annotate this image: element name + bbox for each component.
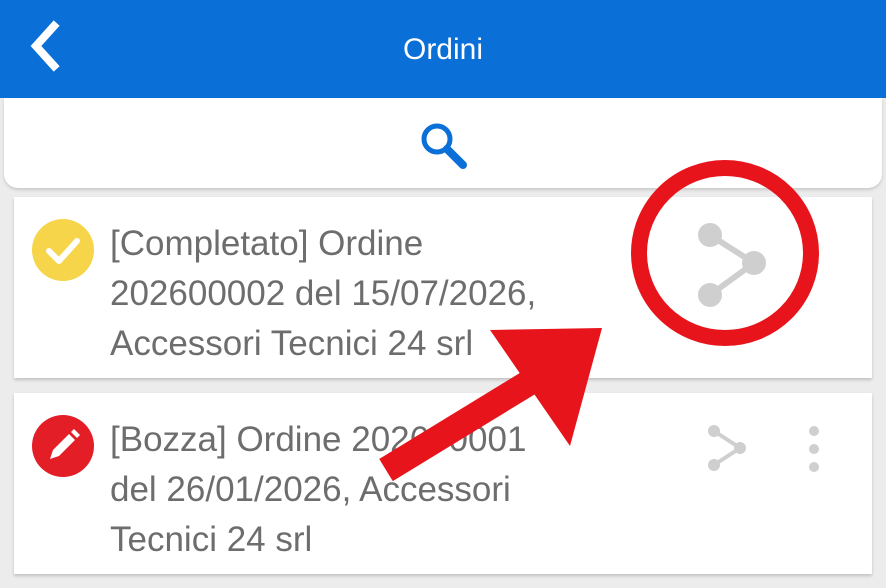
order-text-line: 202600002 del 15/07/2026, <box>110 274 537 313</box>
order-text-line: del 26/01/2026, Accessori <box>110 470 511 509</box>
order-list-item[interactable]: [Bozza] Ordine 202600001 del 26/01/2026,… <box>14 393 872 574</box>
share-button[interactable] <box>674 209 774 309</box>
share-icon <box>698 223 766 307</box>
more-options-button[interactable] <box>796 423 832 475</box>
order-text-line: Accessori Tecnici 24 srl <box>110 324 474 363</box>
more-vertical-icon <box>809 426 819 472</box>
check-icon <box>46 238 80 264</box>
share-button[interactable] <box>704 423 750 473</box>
order-list-item[interactable]: [Completato] Ordine 202600002 del 15/07/… <box>14 197 872 378</box>
order-text-line: Tecnici 24 srl <box>110 520 313 559</box>
order-text-line: [Completato] Ordine <box>110 224 424 263</box>
search-icon <box>421 123 467 169</box>
app-header: Ordini <box>0 0 886 98</box>
order-description: [Completato] Ordine 202600002 del 15/07/… <box>110 219 670 369</box>
status-draft-badge <box>32 415 94 477</box>
order-text-line: [Bozza] Ordine 202600001 <box>110 420 527 459</box>
share-icon <box>708 425 746 471</box>
order-description: [Bozza] Ordine 202600001 del 26/01/2026,… <box>110 415 670 565</box>
pencil-icon <box>50 429 80 459</box>
search-button[interactable] <box>416 118 474 174</box>
search-bar <box>4 98 882 188</box>
status-completed-badge <box>32 219 94 281</box>
page-title: Ordini <box>402 33 484 66</box>
